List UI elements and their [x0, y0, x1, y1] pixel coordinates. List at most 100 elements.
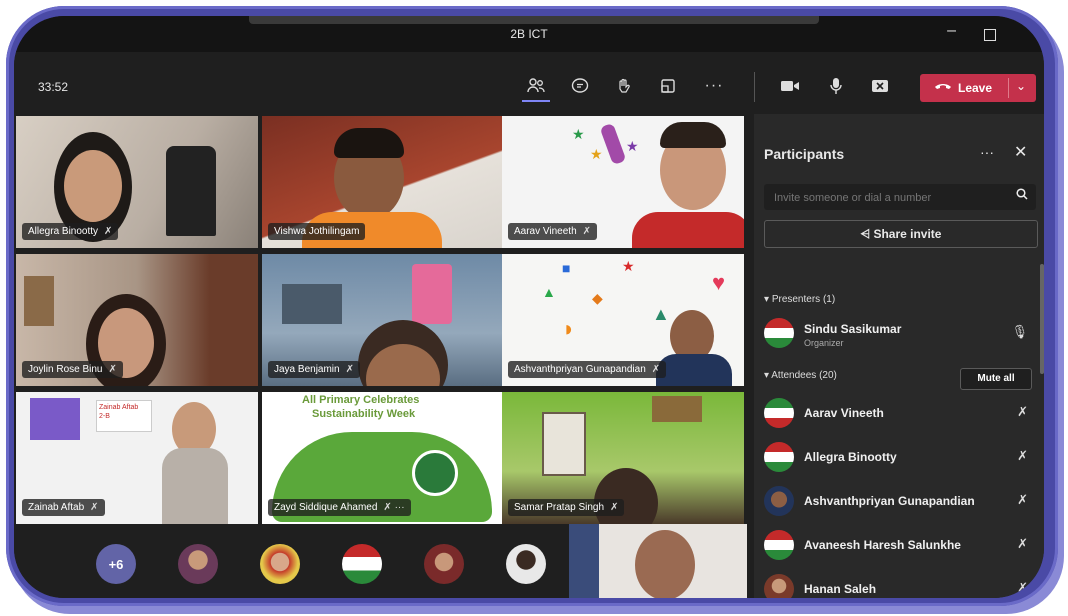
- attendees-header[interactable]: ▾ Attendees (20): [764, 370, 837, 381]
- list-item[interactable]: Avaneesh Haresh Salunkhe ✗: [764, 526, 1034, 562]
- share-icon: ⩤: [860, 227, 874, 241]
- shirt-shape: [632, 212, 744, 248]
- mic-muted-icon: ✗: [610, 502, 619, 513]
- avatar[interactable]: [342, 544, 382, 584]
- share-invite-button[interactable]: ⩤ Share invite: [764, 220, 1038, 248]
- hair-shape: [660, 122, 726, 148]
- raise-hand-icon[interactable]: [610, 72, 638, 100]
- participant-name: Ashvanthpriyan Gunapandian: [804, 494, 975, 508]
- mic-muted-icon: ✗: [108, 364, 117, 375]
- video-tile[interactable]: Zainab Aftab 2-B Zainab Aftab ✗: [16, 392, 258, 524]
- microphone-icon[interactable]: [822, 72, 850, 100]
- more-options-icon[interactable]: ···: [700, 72, 728, 100]
- shirt-shape: [162, 448, 228, 524]
- list-item[interactable]: Aarav Vineeth ✗: [764, 394, 1034, 430]
- microphone-icon: 🎙: [1011, 324, 1028, 339]
- mic-muted-icon: ✗: [104, 226, 113, 237]
- avatar: [764, 574, 794, 598]
- star-shape: ◆: [592, 290, 603, 306]
- video-tile[interactable]: Samar Pratap Singh ✗: [502, 392, 744, 524]
- video-tile[interactable]: Joylin Rose Binu ✗: [16, 254, 258, 386]
- video-tile[interactable]: Allegra Binootty ✗: [16, 116, 258, 248]
- hang-up-icon: [934, 79, 952, 96]
- people-icon[interactable]: [522, 72, 550, 102]
- figure-shape: [599, 122, 627, 166]
- avatar[interactable]: [506, 544, 546, 584]
- participant-name: Aarav Vineeth: [804, 406, 884, 420]
- star-shape: ★: [626, 138, 639, 154]
- video-tile[interactable]: ★ ★ ★ Aarav Vineeth ✗: [502, 116, 744, 248]
- presenters-header-label: Presenters (1): [771, 294, 836, 305]
- avatar[interactable]: [424, 544, 464, 584]
- chat-icon[interactable]: [566, 72, 594, 100]
- self-view-video[interactable]: [569, 524, 747, 598]
- stop-sharing-icon[interactable]: [866, 72, 894, 100]
- rooms-icon[interactable]: [654, 72, 682, 100]
- video-tile[interactable]: Jaya Benjamin ✗: [262, 254, 504, 386]
- chevron-down-icon[interactable]: ⌄: [1016, 79, 1026, 93]
- participant-nametag: Zayd Siddique Ahamed ✗ ···: [268, 499, 411, 516]
- leave-button[interactable]: Leave ⌄: [920, 74, 1036, 102]
- mic-muted-icon: ✗: [1017, 448, 1028, 463]
- list-item[interactable]: Ashvanthpriyan Gunapandian ✗: [764, 482, 1034, 518]
- avatar: [764, 530, 794, 560]
- leave-split-divider: [1008, 78, 1009, 98]
- list-item[interactable]: Hanan Saleh ✗: [764, 570, 1034, 598]
- leave-label: Leave: [958, 81, 993, 95]
- avatar[interactable]: [178, 544, 218, 584]
- mic-muted-icon: ✗: [345, 364, 354, 375]
- invite-search-box[interactable]: [764, 184, 1036, 210]
- minimize-icon[interactable]: –: [947, 22, 956, 40]
- mic-muted-icon: ✗ ···: [383, 502, 405, 513]
- chevron-down-icon: ▾: [764, 294, 772, 305]
- close-icon[interactable]: ✕: [1014, 142, 1027, 162]
- video-tile[interactable]: ■ ★ ▲ ◆ ♥ ◗ ▲ Ashvanthpriyan Gunapandian…: [502, 254, 744, 386]
- presenters-header[interactable]: ▾ Presenters (1): [764, 294, 835, 305]
- hair-shape: [334, 128, 404, 158]
- name-card: Zainab Aftab 2-B: [96, 400, 152, 432]
- search-icon[interactable]: [1016, 188, 1028, 203]
- participant-name: Joylin Rose Binu: [28, 364, 103, 375]
- mic-muted-icon: ✗: [651, 364, 661, 375]
- panel-scrollbar[interactable]: [1040, 264, 1044, 374]
- video-tile[interactable]: All Primary Celebrates Sustainability We…: [262, 392, 504, 524]
- maximize-icon[interactable]: [984, 29, 996, 41]
- toolbar-separator: [754, 72, 755, 102]
- invite-input[interactable]: [772, 188, 996, 208]
- more-options-icon[interactable]: ···: [980, 144, 994, 160]
- video-tile[interactable]: Vishwa Jothilingam: [262, 116, 504, 248]
- mute-all-button[interactable]: Mute all: [960, 368, 1032, 390]
- avatar: [764, 398, 794, 428]
- star-shape: ★: [622, 258, 635, 274]
- avatar: [764, 486, 794, 516]
- participant-name: Allegra Binootty: [804, 450, 897, 464]
- leaf-shape: ◗: [562, 316, 576, 341]
- banner-text: All Primary Celebrates: [302, 394, 420, 406]
- attendees-header-label: Attendees (20): [771, 370, 837, 381]
- participant-name: Aarav Vineeth: [514, 226, 577, 237]
- star-shape: ★: [590, 146, 603, 162]
- participant-nametag: Vishwa Jothilingam: [268, 223, 366, 240]
- banner-subtext: Sustainability Week: [312, 408, 416, 420]
- list-item[interactable]: Allegra Binootty ✗: [764, 438, 1034, 474]
- leaf-shape: ▲: [652, 304, 670, 324]
- shirt-shape: [656, 354, 732, 386]
- participant-role: Organizer: [804, 338, 844, 348]
- list-item[interactable]: Sindu Sasikumar Organizer 🎙: [764, 314, 1034, 350]
- more-participants-button[interactable]: +6: [96, 544, 136, 584]
- teams-meeting-window: 2B ICT – 33:52 ··· Leave ⌄ Allegra Binoo…: [14, 16, 1044, 598]
- heart-shape: ♥: [712, 270, 726, 295]
- avatar[interactable]: [260, 544, 300, 584]
- participant-name: Allegra Binootty: [28, 226, 99, 237]
- participant-name: Vishwa Jothilingam: [274, 226, 360, 237]
- mic-muted-icon: ✗: [90, 502, 99, 513]
- camera-icon[interactable]: [776, 72, 804, 100]
- participant-name: Ashvanthpriyan Gunapandian: [514, 364, 646, 375]
- mic-muted-icon: ✗: [1017, 404, 1028, 419]
- window-title: 2B ICT: [510, 27, 548, 41]
- avatar: [764, 318, 794, 348]
- participant-nametag: Allegra Binootty ✗: [22, 223, 119, 240]
- participant-name: Avaneesh Haresh Salunkhe: [804, 538, 961, 552]
- face-shape: [64, 150, 122, 222]
- globe-shape: [412, 450, 458, 496]
